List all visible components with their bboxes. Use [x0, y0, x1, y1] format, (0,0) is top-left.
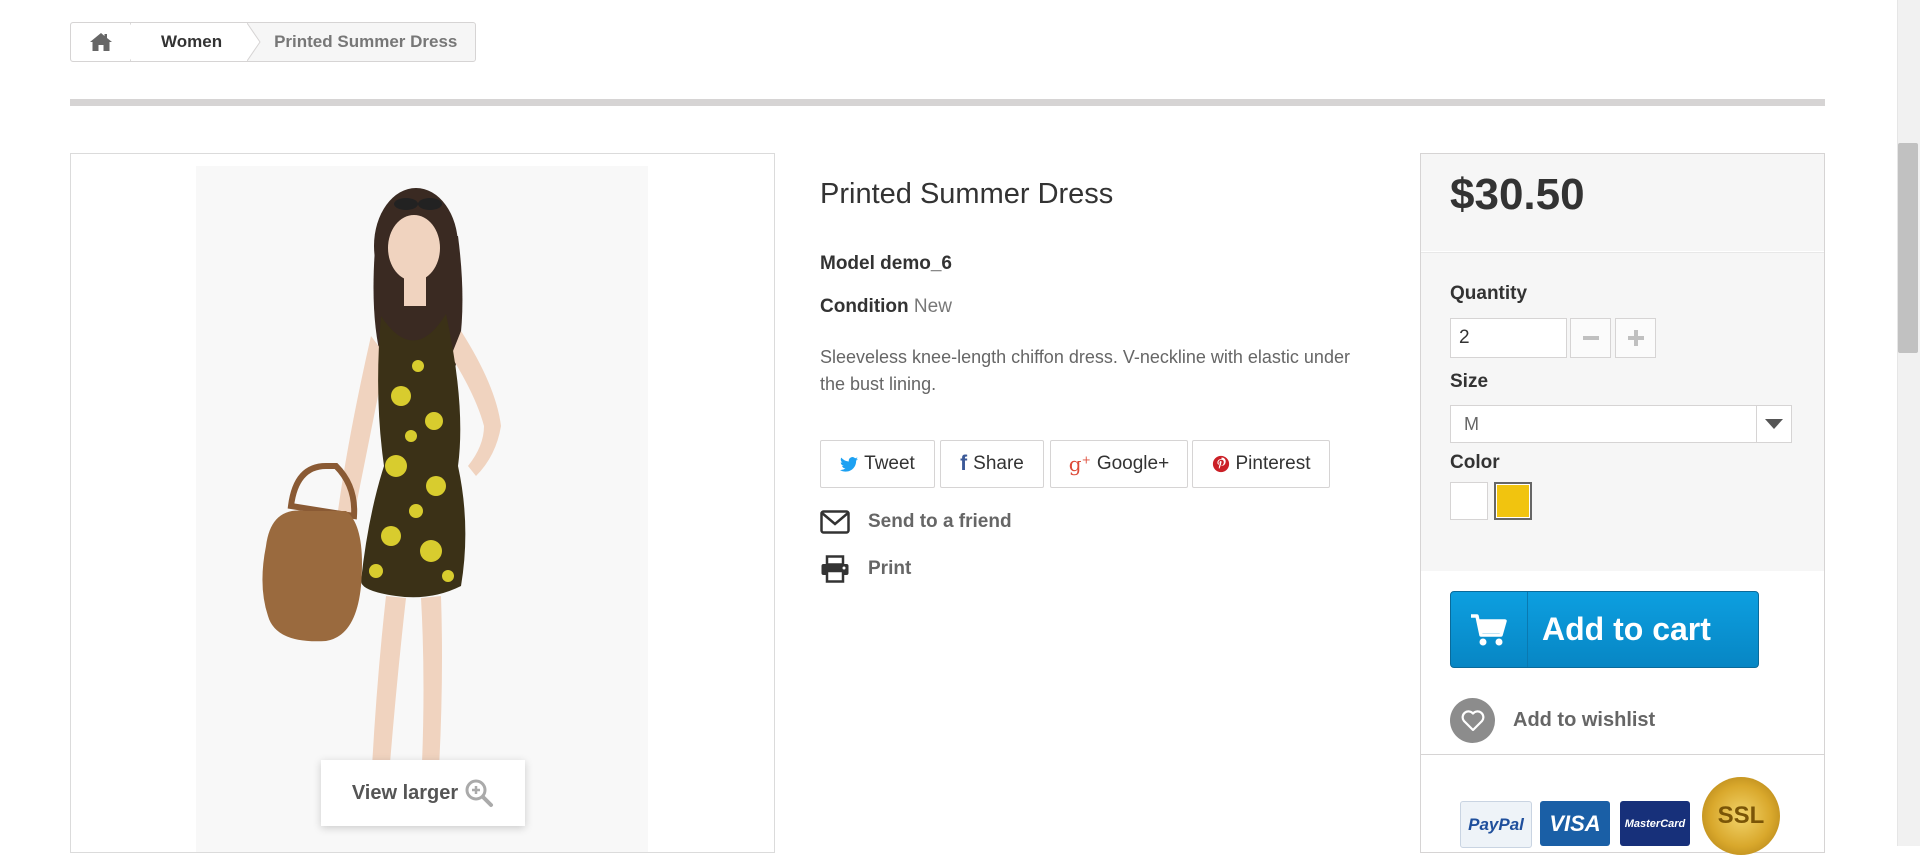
- color-swatch-yellow[interactable]: [1494, 482, 1532, 520]
- tweet-label: Tweet: [864, 453, 915, 474]
- model-label: Model: [820, 253, 875, 274]
- pinterest-button[interactable]: Pinterest: [1192, 440, 1330, 488]
- section-divider: [70, 99, 1825, 106]
- pinterest-icon: [1212, 455, 1229, 473]
- quantity-decrease-button[interactable]: [1570, 318, 1611, 358]
- product-image-box: View larger: [70, 153, 775, 853]
- product-condition: Condition New: [820, 296, 952, 318]
- google-plus-icon: g+: [1068, 452, 1091, 476]
- print-label: Print: [868, 558, 912, 579]
- scrollbar-thumb[interactable]: [1898, 143, 1918, 353]
- view-larger-label: View larger: [351, 781, 459, 804]
- quantity-increase-button[interactable]: [1615, 318, 1656, 358]
- facebook-share-button[interactable]: f Share: [940, 440, 1044, 488]
- breadcrumb: Women Printed Summer Dress: [70, 22, 477, 62]
- product-description: Sleeveless knee-length chiffon dress. V-…: [820, 347, 1350, 394]
- send-to-friend-label: Send to a friend: [868, 511, 1012, 532]
- product-image[interactable]: [196, 166, 648, 852]
- quantity-input[interactable]: 2: [1450, 318, 1567, 358]
- printer-icon: [821, 555, 849, 583]
- share-label: Share: [973, 453, 1024, 474]
- chevron-down-icon: [1765, 419, 1783, 429]
- quantity-label: Quantity: [1450, 283, 1528, 304]
- product-title: Printed Summer Dress: [820, 178, 1114, 210]
- size-dropdown-toggle[interactable]: [1756, 406, 1791, 442]
- color-label: Color: [1450, 452, 1500, 473]
- visa-logo: VISA: [1540, 801, 1610, 846]
- product-model: Model demo_6: [820, 253, 952, 275]
- dress-model-illustration: [262, 188, 501, 802]
- condition-value: New: [913, 296, 952, 317]
- pinterest-label: Pinterest: [1235, 453, 1311, 474]
- divider: [1421, 754, 1824, 755]
- paypal-logo: PayPal: [1460, 801, 1532, 848]
- twitter-icon: [840, 456, 859, 472]
- add-to-wishlist-link[interactable]: Add to wishlist: [1450, 698, 1655, 743]
- size-select[interactable]: M: [1450, 405, 1792, 443]
- size-label: Size: [1450, 371, 1489, 392]
- cart-icon-wrap: [1451, 592, 1528, 667]
- send-to-friend-link[interactable]: Send to a friend: [820, 510, 1012, 534]
- add-to-cart-button[interactable]: Add to cart: [1450, 591, 1759, 668]
- color-swatch-white[interactable]: [1450, 482, 1488, 520]
- print-link[interactable]: Print: [820, 555, 911, 583]
- product-price: $30.50: [1450, 170, 1585, 219]
- model-value: demo_6: [880, 253, 952, 274]
- breadcrumb-current: Printed Summer Dress: [274, 32, 458, 51]
- plus-icon: [1627, 330, 1644, 346]
- size-value: M: [1464, 413, 1479, 434]
- add-to-cart-label: Add to cart: [1542, 611, 1711, 647]
- home-icon: [90, 33, 112, 51]
- cart-icon: [1471, 613, 1507, 645]
- google-plus-button[interactable]: g+ Google+: [1050, 440, 1188, 488]
- heart-icon: [1450, 698, 1495, 743]
- minus-icon: [1582, 336, 1599, 340]
- mastercard-logo: MasterCard: [1620, 801, 1690, 846]
- view-larger-button[interactable]: View larger: [321, 760, 525, 826]
- condition-label: Condition: [820, 296, 909, 317]
- zoom-in-icon: [465, 779, 494, 807]
- ssl-badge: SSL: [1702, 777, 1780, 855]
- scrollbar-track[interactable]: [1897, 0, 1920, 846]
- envelope-icon: [820, 510, 850, 534]
- tweet-button[interactable]: Tweet: [820, 440, 935, 488]
- breadcrumb-home[interactable]: [71, 23, 131, 61]
- breadcrumb-women[interactable]: Women: [131, 23, 249, 61]
- add-to-wishlist-label: Add to wishlist: [1513, 709, 1656, 731]
- google-label: Google+: [1096, 453, 1170, 474]
- facebook-icon: f: [960, 452, 968, 475]
